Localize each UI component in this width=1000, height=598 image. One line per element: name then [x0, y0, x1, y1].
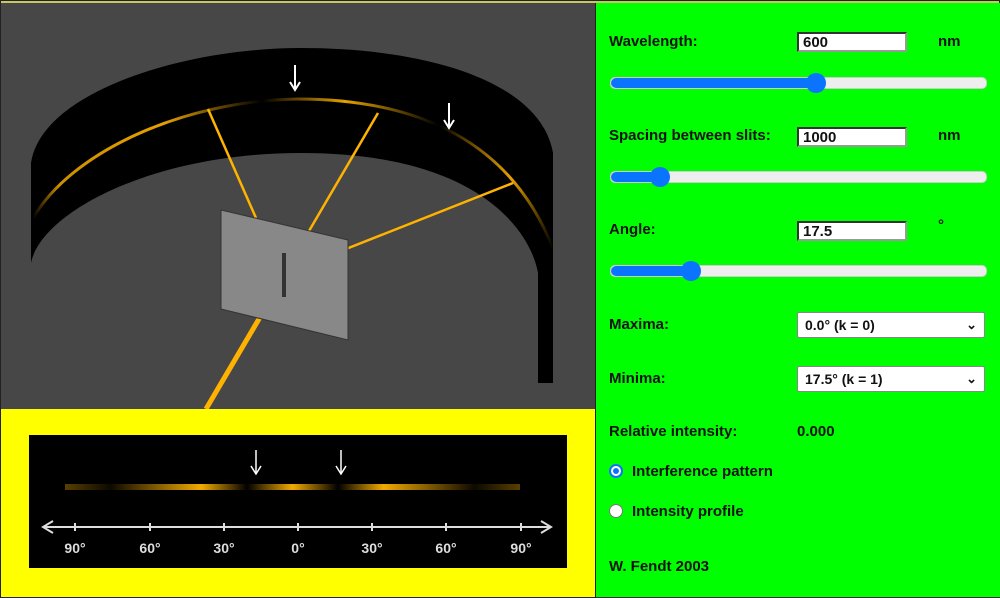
wavelength-slider[interactable]: [610, 73, 987, 93]
maxima-label: Maxima:: [609, 316, 670, 333]
wavelength-unit: nm: [938, 33, 961, 50]
intensity-value: 0.000: [797, 423, 835, 440]
chevron-down-icon: ⌄: [966, 317, 977, 332]
minima-label: Minima:: [609, 370, 666, 387]
angle-input[interactable]: 17.5: [797, 221, 907, 241]
angle-axis: [41, 520, 553, 534]
pattern-band: [65, 484, 520, 490]
pattern-area: 90° 60° 30° 0° 30° 60° 90°: [1, 409, 595, 597]
tick-label: 30°: [213, 540, 234, 556]
maxima-value: 0.0° (k = 0): [805, 317, 875, 333]
spacing-unit: nm: [938, 127, 961, 144]
intensity-profile-radio[interactable]: [609, 504, 623, 518]
control-panel: Wavelength: 600 nm Spacing between slits…: [595, 3, 1000, 597]
slider-thumb[interactable]: [649, 167, 670, 187]
interference-pattern-label[interactable]: Interference pattern: [632, 463, 773, 480]
wavelength-label: Wavelength:: [609, 33, 698, 50]
intensity-profile-label[interactable]: Intensity profile: [632, 503, 744, 520]
angle-slider[interactable]: [610, 261, 987, 281]
angle-label: Angle:: [609, 221, 656, 238]
3d-scene: [1, 3, 595, 411]
spacing-label: Spacing between slits:: [609, 127, 771, 144]
chevron-down-icon: ⌄: [966, 371, 977, 386]
spacing-slider[interactable]: [610, 167, 987, 187]
slider-thumb[interactable]: [680, 261, 701, 281]
interference-pattern: 90° 60° 30° 0° 30° 60° 90°: [29, 435, 567, 568]
angle-unit: °: [938, 217, 944, 234]
arrow-down-icon: [250, 450, 262, 476]
tick-label: 60°: [435, 540, 456, 556]
minima-value: 17.5° (k = 1): [805, 371, 883, 387]
applet: 90° 60° 30° 0° 30° 60° 90° Wavelength: 6…: [0, 0, 1000, 598]
intensity-label: Relative intensity:: [609, 423, 738, 440]
slit: [282, 253, 286, 297]
scene-drawing: [31, 48, 555, 411]
arrow-down-icon: [335, 450, 347, 476]
maxima-select[interactable]: 0.0° (k = 0) ⌄: [797, 312, 985, 338]
wavelength-input[interactable]: 600: [797, 32, 907, 52]
interference-pattern-radio[interactable]: [609, 464, 623, 478]
tick-label: 60°: [139, 540, 160, 556]
tick-label: 30°: [361, 540, 382, 556]
tick-label: 0°: [291, 540, 304, 556]
tick-label: 90°: [64, 540, 85, 556]
spacing-input[interactable]: 1000: [797, 127, 907, 147]
author-credit: W. Fendt 2003: [609, 558, 710, 575]
minima-select[interactable]: 17.5° (k = 1) ⌄: [797, 366, 985, 392]
slider-thumb[interactable]: [806, 73, 827, 93]
tick-label: 90°: [510, 540, 531, 556]
